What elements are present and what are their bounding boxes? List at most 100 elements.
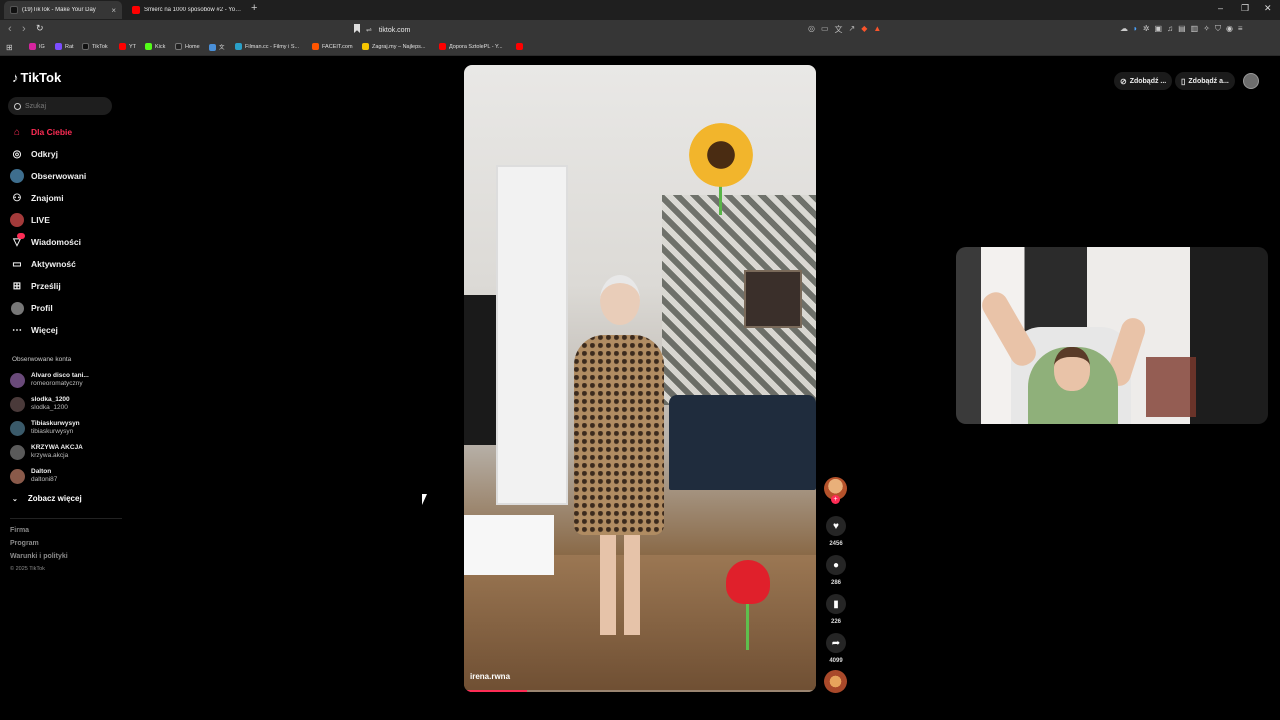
share-arrow-icon: ➦ — [826, 633, 846, 653]
apps-grid-icon[interactable]: ⊞ — [6, 43, 13, 52]
back-icon[interactable]: ‹ — [8, 23, 12, 35]
follow-plus-icon[interactable]: + — [831, 495, 840, 504]
nav-label: Odkryj — [31, 149, 58, 159]
vpn-icon[interactable]: ☁ — [1120, 24, 1128, 34]
tabs-icon[interactable]: ▥ — [1191, 24, 1199, 34]
account-name: slodka_1200 — [31, 396, 70, 403]
like-button[interactable]: ♥ 2456 — [826, 516, 846, 547]
share-icon[interactable]: ↗ — [849, 24, 856, 35]
music-icon[interactable]: ♫ — [1167, 24, 1173, 34]
video-author[interactable]: irena.rwna — [470, 672, 510, 681]
comment-count: 286 — [830, 580, 841, 586]
nav-label: Wiadomości — [31, 237, 81, 247]
nav-odkryj[interactable]: ◎ Odkryj — [10, 145, 120, 163]
music-disc-icon[interactable] — [824, 670, 847, 693]
save-button[interactable]: ▮ 226 — [826, 594, 846, 625]
new-tab-icon[interactable]: + — [251, 2, 257, 14]
restore-icon[interactable]: ❐ — [1241, 3, 1249, 14]
video-player[interactable]: irena.rwna — [464, 65, 816, 692]
nav-dla-ciebie[interactable]: ⌂ Dla Ciebie — [10, 123, 120, 141]
tulip-sticker — [726, 560, 770, 604]
tab-tiktok[interactable]: (19)TikTok - Make Your Day × — [4, 1, 122, 19]
get-app-button[interactable]: ▯ Zdobądź a... — [1175, 72, 1235, 90]
bookmark-zagraj[interactable]: Zagraj.my – Najleps... — [362, 43, 426, 50]
nav-wiadomosci[interactable]: ▽ Wiadomości — [10, 233, 120, 251]
wallet-icon[interactable]: ◗ — [1133, 24, 1138, 34]
home-icon: ⌂ — [13, 126, 21, 138]
bookmark-home[interactable]: Home — [175, 43, 200, 50]
footer-terms-link[interactable]: Warunki i polityki — [10, 553, 68, 560]
chevron-down-icon: ⌄ — [12, 495, 18, 503]
close-window-icon[interactable]: ✕ — [1264, 3, 1272, 14]
bookmarks-bar: ⊞ IG Rat TikTok YT Kick Home 文 Filman.cc… — [0, 40, 1280, 56]
bookmark-ig[interactable]: IG — [29, 43, 45, 50]
footer-program-link[interactable]: Program — [10, 540, 39, 547]
account-handle: krzywa.akcja — [31, 452, 69, 459]
search-input[interactable]: Szukaj — [8, 97, 112, 115]
video-scene-door — [496, 165, 568, 505]
nav-znajomi[interactable]: ⚇ Znajomi — [10, 189, 120, 207]
bookmark-label: Home — [185, 43, 200, 50]
sunflower-sticker — [689, 123, 753, 187]
tab-youtube[interactable]: Śmierć na 1000 sposobów #2 - YouTube — [126, 1, 248, 19]
sidebar-icon[interactable]: ▤ — [1178, 24, 1186, 34]
nav-aktywnosc[interactable]: ▭ Aktywność — [10, 255, 120, 273]
reload-icon[interactable]: ↻ — [36, 23, 44, 34]
nav-profil[interactable]: Profil — [10, 299, 120, 317]
footer-firma-link[interactable]: Firma — [10, 527, 29, 534]
get-coins-button[interactable]: ⊘ Zdobądź ... — [1114, 72, 1173, 90]
nav-wiecej[interactable]: ⋯ Więcej — [10, 321, 120, 339]
cast-icon[interactable]: ▭ — [821, 24, 829, 35]
media-icon[interactable]: ◎ — [808, 24, 815, 35]
share-button[interactable]: ➦ 4099 — [826, 633, 846, 664]
search-placeholder: Szukaj — [25, 102, 47, 110]
shield-icon[interactable]: ⛉ — [1215, 24, 1221, 34]
address-bar-icons: ◎ ▭ 文 ↗ ◆ ▲ — [808, 24, 881, 35]
brave-shield-icon[interactable]: ◆ — [861, 24, 867, 35]
nav-przeslij[interactable]: ⊞ Prześlij — [10, 277, 120, 295]
coin-icon: ⊘ — [1120, 76, 1127, 86]
video-scene-cabinet — [464, 515, 554, 575]
bookmark-icon[interactable] — [354, 24, 360, 33]
forward-icon[interactable]: › — [22, 23, 26, 35]
sidebar-divider — [10, 518, 122, 519]
tiktok-logo[interactable]: ♪ TikTok — [12, 70, 61, 85]
nav-label: Więcej — [31, 325, 58, 335]
bookmark-yt2[interactable] — [516, 43, 526, 50]
followed-account-item[interactable]: Tibiaskurwysyn tibiaskurwysyn — [10, 418, 120, 438]
translate-icon[interactable]: 文 — [835, 24, 843, 35]
bookmark-rat[interactable]: Rat — [55, 43, 74, 50]
brave-rewards-icon[interactable]: ▲ — [873, 24, 881, 35]
nav-obserwowani[interactable]: Obserwowani — [10, 167, 120, 185]
nav-live[interactable]: LIVE — [10, 211, 120, 229]
filman-icon — [235, 43, 242, 50]
tab-title: (19)TikTok - Make Your Day — [22, 7, 96, 13]
comment-button[interactable]: ● 286 — [826, 555, 846, 586]
bookmark-faceit[interactable]: FACEIT.com — [312, 43, 353, 50]
close-tab-icon[interactable]: × — [107, 6, 116, 15]
mouse-cursor-icon — [422, 494, 432, 505]
extensions-icon[interactable]: ✲ — [1143, 24, 1150, 34]
followed-account-item[interactable]: Alvaro disco tani... romeoromatyczny — [10, 370, 120, 390]
minimize-icon[interactable]: – — [1218, 3, 1223, 13]
menu-icon[interactable]: ≡ — [1238, 24, 1243, 34]
wallet2-icon[interactable]: ◉ — [1226, 24, 1233, 34]
bookmark-kick[interactable]: Kick — [145, 43, 165, 50]
followed-account-item[interactable]: slodka_1200 slodka_1200 — [10, 394, 120, 414]
screenshot-icon[interactable]: ▣ — [1155, 24, 1163, 34]
bookmark-tiktok[interactable]: TikTok — [82, 43, 108, 50]
followed-account-item[interactable]: KRZYWA AKCJA krzywa.akcja — [10, 442, 120, 462]
bookmark-yt[interactable]: YT — [119, 43, 136, 50]
bookmark-sztole[interactable]: Дорога SztolePL - Y... — [439, 43, 503, 50]
user-avatar[interactable] — [1243, 73, 1259, 89]
activity-icon: ▭ — [12, 258, 22, 270]
see-more-button[interactable]: ⌄ Zobacz więcej — [12, 494, 82, 503]
tiktok-favicon-icon — [10, 6, 18, 14]
site-info-icon[interactable]: ⇌ — [366, 26, 372, 34]
leo-icon[interactable]: ✧ — [1203, 24, 1210, 34]
video-progress-bar[interactable] — [464, 690, 816, 692]
bookmark-label: Rat — [65, 43, 74, 50]
bookmark-filman[interactable]: Filman.cc - Filmy i S... — [235, 43, 299, 50]
bookmark-translate[interactable]: 文 — [209, 43, 225, 51]
followed-account-item[interactable]: Dalton daltoni87 — [10, 466, 120, 486]
